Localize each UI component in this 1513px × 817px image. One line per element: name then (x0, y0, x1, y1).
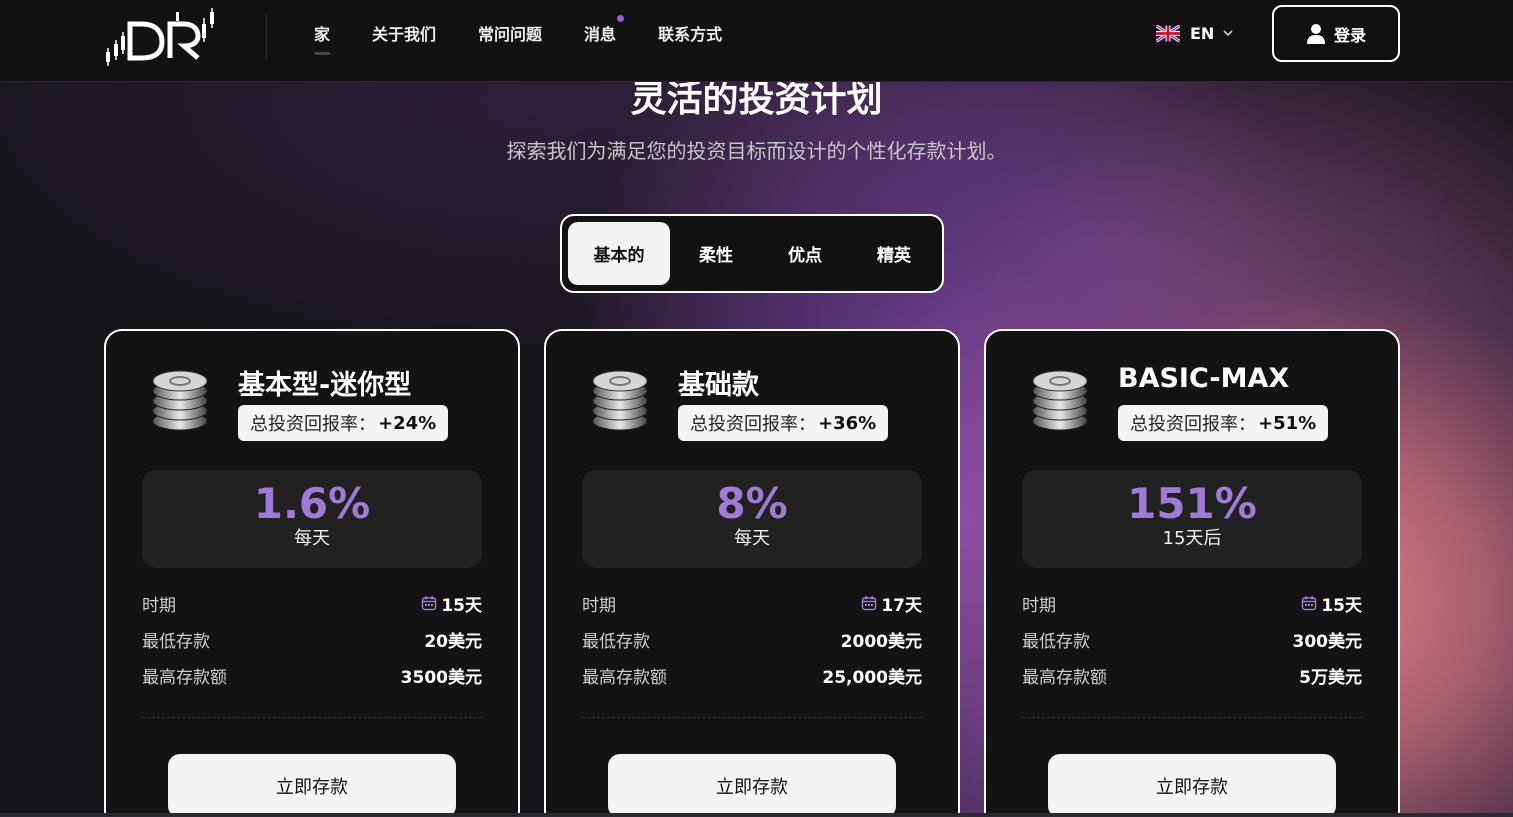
period-label: 时期 (582, 595, 616, 616)
roi-label: 总投资回报率： (1130, 414, 1256, 435)
uk-flag-icon (1156, 24, 1180, 42)
roi-badge: 总投资回报率： +51% (1118, 405, 1329, 441)
calendar-icon (862, 596, 877, 611)
rate-box: 151% 15天后 (1022, 470, 1362, 568)
user-icon (1306, 23, 1325, 44)
card-divider (582, 717, 922, 718)
rate-unit: 每天 (294, 528, 330, 549)
plan-name: 基本型-迷你型 (238, 370, 412, 401)
roi-label: 总投资回报率： (690, 414, 816, 435)
min-deposit-label: 最低存款 (1022, 631, 1090, 652)
min-deposit-row: 最低存款 20美元 (142, 627, 482, 652)
coin-stack-icon (1032, 370, 1088, 431)
period-value: 15天 (1321, 595, 1362, 616)
roi-value: +24% (378, 412, 437, 434)
rate-value: 151% (1127, 479, 1257, 528)
nav-item-home[interactable]: 家 (314, 21, 331, 55)
nav-item-news[interactable]: 消息 (584, 15, 625, 45)
period-value-wrap: 15天 (421, 591, 482, 616)
deposit-now-button[interactable]: 立即存款 (608, 754, 896, 817)
roi-value: +36% (818, 412, 877, 434)
logo[interactable] (104, 6, 218, 68)
max-deposit-value: 5万美元 (1299, 667, 1362, 688)
rate-box: 1.6% 每天 (142, 470, 482, 568)
tab-flexible[interactable]: 柔性 (670, 222, 762, 285)
nav-item-faq[interactable]: 常问问题 (478, 21, 542, 45)
rate-unit: 15天后 (1162, 528, 1222, 549)
login-button[interactable]: 登录 (1272, 5, 1400, 62)
period-row: 时期 15天 (142, 591, 482, 616)
tab-basic[interactable]: 基本的 (568, 222, 670, 285)
site-header: 家 关于我们 常问问题 消息 联系方式 EN 登录 (0, 0, 1513, 82)
chevron-down-icon (1223, 30, 1233, 37)
period-value-wrap: 17天 (861, 591, 922, 616)
max-deposit-row: 最高存款额 5万美元 (1022, 663, 1362, 688)
nav-item-news-label: 消息 (584, 25, 617, 44)
deposit-now-button[interactable]: 立即存款 (1048, 754, 1336, 817)
min-deposit-value: 20美元 (424, 631, 482, 652)
card-divider (1022, 717, 1362, 718)
rate-value: 8% (716, 479, 788, 528)
nav-item-contact[interactable]: 联系方式 (658, 21, 722, 45)
period-value: 17天 (881, 595, 922, 616)
rate-value: 1.6% (253, 479, 371, 528)
period-label: 时期 (1022, 595, 1056, 616)
max-deposit-label: 最高存款额 (142, 667, 227, 688)
logo-divider (266, 14, 267, 60)
max-deposit-value: 3500美元 (400, 667, 482, 688)
nav-item-about[interactable]: 关于我们 (372, 21, 436, 45)
period-row: 时期 15天 (1022, 591, 1362, 616)
deposit-now-button[interactable]: 立即存款 (168, 754, 456, 817)
coin-stack-icon (152, 370, 208, 431)
plan-card: 基本型-迷你型 总投资回报率： +24% 1.6% 每天 时期 15天 最低存款… (104, 329, 520, 817)
page-subtitle: 探索我们为满足您的投资目标而设计的个性化存款计划。 (506, 139, 1007, 163)
coin-stack-icon (592, 370, 648, 431)
rate-box: 8% 每天 (582, 470, 922, 568)
bottom-strip (0, 813, 1513, 817)
max-deposit-value: 25,000美元 (822, 667, 922, 688)
roi-badge: 总投资回报率： +36% (678, 405, 889, 441)
min-deposit-row: 最低存款 300美元 (1022, 627, 1363, 652)
max-deposit-label: 最高存款额 (582, 667, 667, 688)
plan-card: 基础款 总投资回报率： +36% 8% 每天 时期 17天 最低存款 2000美… (544, 329, 960, 817)
plan-card: BASIC-MAX 总投资回报率： +51% 151% 15天后 时期 15天 … (984, 329, 1400, 817)
plan-name: BASIC-MAX (1118, 363, 1290, 394)
roi-badge: 总投资回报率： +24% (238, 405, 449, 441)
calendar-icon (1302, 596, 1317, 611)
max-deposit-row: 最高存款额 25,000美元 (582, 663, 922, 688)
period-label: 时期 (142, 595, 176, 616)
min-deposit-label: 最低存款 (582, 631, 650, 652)
period-value: 15天 (441, 595, 482, 616)
tab-elite[interactable]: 精英 (848, 222, 940, 285)
min-deposit-value: 300美元 (1292, 631, 1363, 652)
plan-tabs: 基本的 柔性 优点 精英 (560, 214, 944, 293)
tab-advantage[interactable]: 优点 (762, 222, 848, 285)
notification-dot (617, 15, 625, 22)
calendar-icon (422, 596, 437, 611)
max-deposit-label: 最高存款额 (1022, 667, 1107, 688)
roi-label: 总投资回报率： (250, 414, 376, 435)
language-selector[interactable]: EN (1156, 22, 1234, 44)
language-code: EN (1190, 23, 1215, 43)
login-label: 登录 (1333, 25, 1366, 45)
max-deposit-row: 最高存款额 3500美元 (142, 663, 482, 688)
main-nav: 家 关于我们 常问问题 消息 联系方式 (314, 0, 764, 66)
card-divider (142, 717, 482, 718)
roi-value: +51% (1258, 412, 1317, 434)
min-deposit-value: 2000美元 (840, 631, 922, 652)
period-value-wrap: 15天 (1301, 591, 1362, 616)
min-deposit-label: 最低存款 (142, 631, 210, 652)
plan-name: 基础款 (678, 370, 759, 401)
min-deposit-row: 最低存款 2000美元 (582, 627, 922, 652)
rate-unit: 每天 (734, 528, 770, 549)
period-row: 时期 17天 (582, 591, 922, 616)
